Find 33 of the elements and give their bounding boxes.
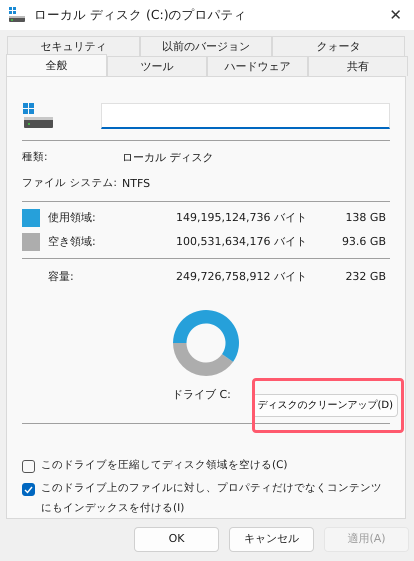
byte-count: 249,726,758,912 バイト xyxy=(175,268,307,285)
checkbox-label: このドライブ上のファイルに対し、プロパティだけでなくコンテンツにもインデックスを付ける(I) xyxy=(41,481,383,516)
size-value: 93.6 GB xyxy=(340,234,387,250)
tab[interactable]: セキュリティ xyxy=(7,36,140,56)
tab[interactable]: 全般 xyxy=(6,54,106,76)
close-button[interactable]: ✕ xyxy=(385,4,406,26)
space-label: 使用領域: xyxy=(47,210,97,226)
tab[interactable]: ツール xyxy=(106,56,207,76)
dialog-button[interactable]: OK xyxy=(134,527,219,552)
field-label: 種類: xyxy=(22,150,49,166)
field-value: NTFS xyxy=(122,176,150,192)
byte-count: 149,195,124,736 バイト xyxy=(175,210,307,226)
drive-label: ドライブ C: xyxy=(172,387,231,403)
drive-icon xyxy=(23,103,53,128)
disk-cleanup-button[interactable]: ディスクのクリーンアップ(D) xyxy=(252,394,398,417)
dialog-button[interactable]: キャンセル xyxy=(229,527,314,552)
drive-name-field[interactable] xyxy=(101,102,390,128)
size-value: 138 GB xyxy=(344,210,387,226)
drive-icon xyxy=(8,7,26,23)
capacity-label: 容量: xyxy=(47,268,75,285)
field-value: ローカル ディスク xyxy=(122,150,214,166)
tab[interactable]: クォータ xyxy=(272,36,406,56)
field-label: ファイル システム: xyxy=(22,176,118,192)
size-value: 232 GB xyxy=(344,268,387,285)
window-title: ローカル ディスク (C:)のプロパティ xyxy=(34,6,248,24)
tab[interactable]: 共有 xyxy=(308,56,408,76)
checkbox[interactable] xyxy=(22,483,35,496)
tab[interactable]: ハードウェア xyxy=(207,56,308,76)
tab[interactable]: 以前のバージョン xyxy=(140,36,272,56)
checkbox[interactable] xyxy=(22,460,35,473)
byte-count: 100,531,634,176 バイト xyxy=(175,234,307,250)
space-label: 空き領域: xyxy=(47,234,97,250)
checkbox-label: このドライブを圧縮してディスク領域を空ける(C) xyxy=(41,458,288,473)
